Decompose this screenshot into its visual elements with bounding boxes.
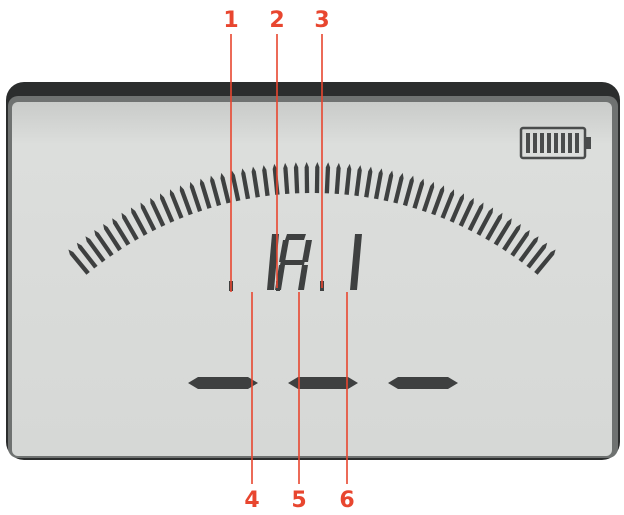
arc-segment — [314, 162, 320, 194]
lcd-callout-diagram: 1 2 3 4 5 6 — [6, 8, 620, 513]
callout-4: 4 — [244, 488, 259, 513]
battery-bar — [547, 133, 551, 153]
dash-left — [188, 377, 258, 389]
battery-bar — [568, 133, 572, 153]
arc-segment — [304, 162, 310, 194]
callout-5: 5 — [291, 488, 306, 513]
battery-bar — [533, 133, 537, 153]
battery-bar — [540, 133, 544, 153]
battery-bar — [575, 133, 579, 153]
dash-row — [188, 377, 458, 389]
callout-1: 1 — [223, 8, 238, 33]
battery-bar — [561, 133, 565, 153]
battery-bar — [526, 133, 530, 153]
dash-right — [388, 377, 458, 389]
battery-bar — [554, 133, 558, 153]
callout-3: 3 — [314, 8, 329, 33]
callout-2: 2 — [269, 8, 284, 33]
callout-6: 6 — [339, 488, 354, 513]
